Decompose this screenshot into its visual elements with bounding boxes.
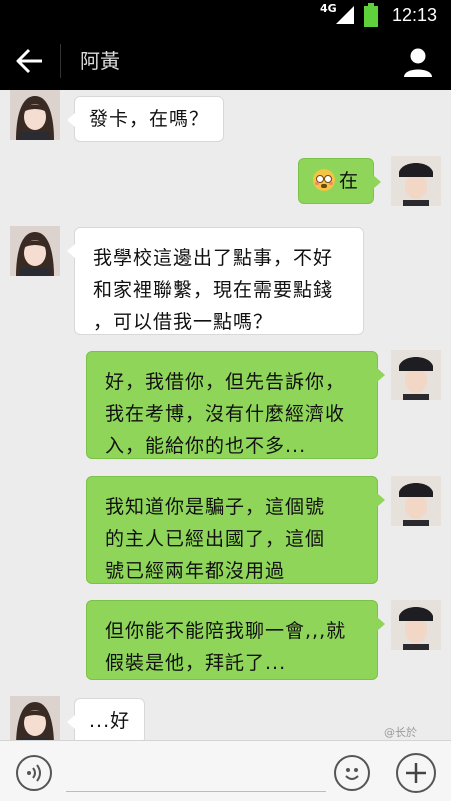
- incoming-message-bubble[interactable]: ...好: [66, 698, 146, 740]
- message-text: 和家裡聯繫，現在需要點錢: [93, 279, 334, 301]
- message-text: 但你能不能陪我聊一會,,,就: [105, 620, 347, 642]
- avatar-boy-icon: [391, 350, 441, 400]
- battery-icon: [364, 3, 378, 27]
- watermark: @长於: [384, 726, 417, 739]
- incoming-message-bubble[interactable]: 發卡，在嗎？: [66, 96, 225, 142]
- avatar-girl-icon: [10, 226, 60, 276]
- voice-input-button[interactable]: [16, 755, 52, 791]
- emoji-button[interactable]: [334, 755, 370, 791]
- message-text: 的主人已經出國了，這個: [105, 528, 326, 550]
- message-text: 我知道你是騙子，這個號: [105, 496, 326, 518]
- my-avatar[interactable]: [391, 476, 441, 526]
- outgoing-message-bubble[interactable]: 好，我借你，但先告訴你， 我在考博，沒有什麼經濟收 入，能給你的也不多...: [86, 351, 385, 459]
- avatar-boy-icon: [391, 476, 441, 526]
- message-list[interactable]: 發卡，在嗎？ 在 我學校這邊出了點事，不好 和家裡聯繫，現在需要點錢 ，可以借我…: [0, 90, 451, 740]
- plus-icon: [406, 763, 426, 783]
- message-text: 在: [339, 170, 360, 192]
- more-options-button[interactable]: [396, 753, 436, 793]
- avatar-boy-icon: [391, 600, 441, 650]
- smiley-icon: [345, 768, 359, 780]
- message-text: ...好: [89, 710, 131, 732]
- contact-avatar[interactable]: [10, 226, 60, 276]
- message-text: 假裝是他，拜託了...: [105, 652, 287, 674]
- message-text: 我學校這邊出了點事，不好: [93, 247, 334, 269]
- message-text: 好，我借你，但先告訴你，: [105, 371, 346, 393]
- flushed-emoji-icon: [313, 169, 335, 191]
- contact-avatar[interactable]: [10, 696, 60, 740]
- back-arrow-icon[interactable]: [16, 48, 44, 74]
- incoming-message-bubble[interactable]: 我學校這邊出了點事，不好 和家裡聯繫，現在需要點錢 ，可以借我一點嗎？: [67, 227, 364, 335]
- outgoing-message-bubble[interactable]: 但你能不能陪我聊一會,,,就 假裝是他，拜託了...: [86, 600, 385, 680]
- contact-avatar[interactable]: [10, 90, 60, 140]
- network-type: 4G: [320, 2, 337, 15]
- signal-icon: [336, 6, 354, 24]
- outgoing-message-bubble[interactable]: 在: [298, 158, 382, 204]
- voice-icon: [27, 764, 41, 782]
- input-bar: [0, 740, 451, 801]
- status-bar: 4G 12:13: [0, 0, 451, 32]
- message-text: 號已經兩年都沒用過: [105, 560, 286, 582]
- message-text: ，可以借我一點嗎？: [93, 311, 274, 333]
- avatar-boy-icon: [391, 156, 441, 206]
- contact-name: 阿黃: [80, 49, 120, 73]
- message-line: 在: [313, 165, 359, 197]
- message-text: 發卡，在嗎？: [89, 108, 210, 130]
- my-avatar[interactable]: [391, 156, 441, 206]
- message-text: 我在考博，沒有什麼經濟收: [105, 403, 346, 425]
- avatar-girl-icon: [10, 696, 60, 740]
- outgoing-message-bubble[interactable]: 我知道你是騙子，這個號 的主人已經出國了，這個 號已經兩年都沒用過: [86, 476, 385, 584]
- message-text: 入，能給你的也不多...: [105, 435, 307, 457]
- avatar-girl-icon: [10, 90, 60, 140]
- my-avatar[interactable]: [391, 600, 441, 650]
- my-avatar[interactable]: [391, 350, 441, 400]
- chat-header: 阿黃: [0, 32, 451, 90]
- clock: 12:13: [392, 5, 438, 25]
- header-divider: [60, 44, 61, 78]
- profile-icon[interactable]: [402, 46, 434, 78]
- message-input[interactable]: [66, 759, 326, 792]
